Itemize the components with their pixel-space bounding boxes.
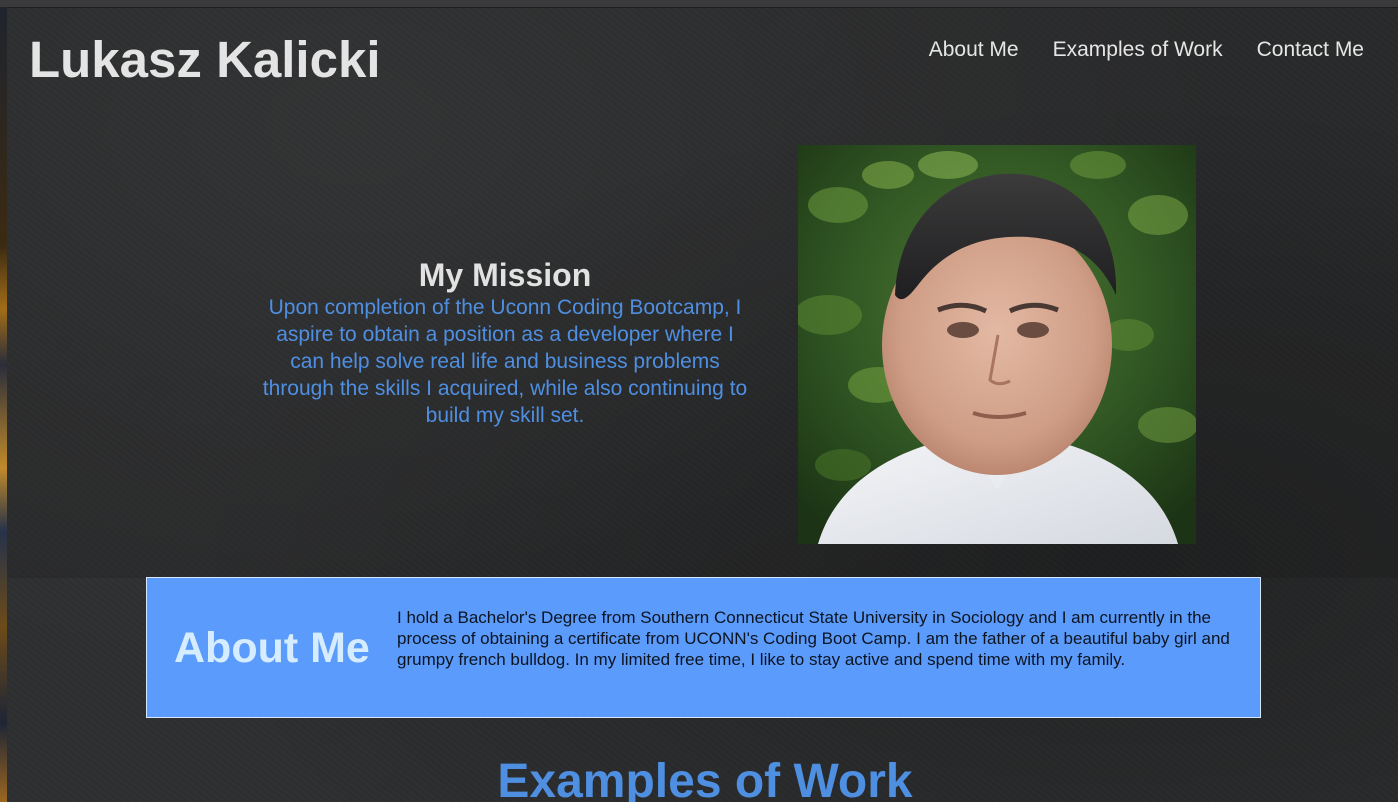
mission-section: My Mission Upon completion of the Uconn … xyxy=(257,256,753,429)
site-title: Lukasz Kalicki xyxy=(29,31,381,88)
mission-text: Upon completion of the Uconn Coding Boot… xyxy=(262,296,748,427)
browser-top-bar xyxy=(0,0,1398,8)
about-text: I hold a Bachelor's Degree from Southern… xyxy=(397,608,1230,669)
nav-link-work[interactable]: Examples of Work xyxy=(1053,38,1223,62)
mission-heading: My Mission xyxy=(418,257,592,293)
main-nav: About Me Examples of Work Contact Me xyxy=(929,38,1364,62)
nav-link-about[interactable]: About Me xyxy=(929,38,1019,62)
page: Lukasz Kalicki About Me Examples of Work… xyxy=(7,8,1398,802)
profile-photo xyxy=(798,145,1196,544)
about-section: About Me I hold a Bachelor's Degree from… xyxy=(146,577,1261,718)
desktop-background-strip xyxy=(0,7,7,802)
work-heading: Examples of Work xyxy=(497,755,913,802)
about-heading: About Me xyxy=(174,624,370,672)
nav-link-contact[interactable]: Contact Me xyxy=(1257,38,1364,62)
